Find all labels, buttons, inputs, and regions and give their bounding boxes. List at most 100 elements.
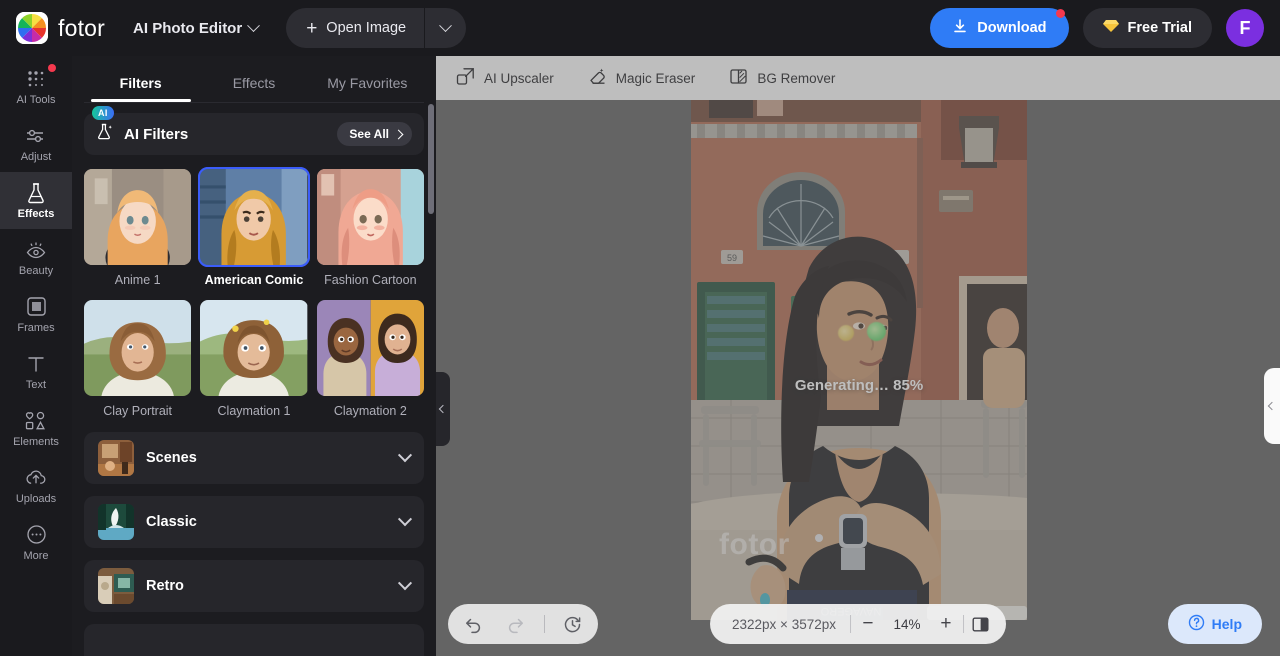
filter-label: American Comic — [204, 273, 304, 287]
filter-thumbnail — [84, 299, 192, 396]
right-panel-collapse-handle[interactable] — [1264, 368, 1280, 444]
image-canvas[interactable]: 59 Generating… 85% fotor — [691, 100, 1027, 620]
zoom-in-button[interactable]: + — [929, 607, 963, 641]
canvas-toolbar: AI Upscaler Magic Eraser BG Remover — [436, 56, 1280, 100]
top-bar: fotor AI Photo Editor + Open Image Downl… — [0, 0, 1280, 56]
sidebar-item-text[interactable]: Text — [0, 343, 72, 400]
diamond-gem-icon — [1102, 19, 1119, 37]
sidebar-item-frames[interactable]: Frames — [0, 286, 72, 343]
magic-eraser-button[interactable]: Magic Eraser — [588, 67, 696, 89]
history-clock-icon[interactable] — [559, 610, 587, 638]
divider — [543, 615, 545, 633]
filter-item-american-comic[interactable]: American Comic — [198, 167, 310, 289]
category-thumbnail — [98, 503, 134, 540]
tab-label: Effects — [232, 75, 276, 91]
plus-icon: + — [306, 17, 318, 39]
sliders-icon — [25, 125, 47, 147]
ai-filters-header[interactable]: AI AI Filters See All — [84, 106, 424, 155]
zoom-percent[interactable]: 14% — [885, 617, 929, 632]
filter-thumbnail — [84, 169, 192, 265]
sidebar-label: Uploads — [15, 492, 57, 505]
tool-label: BG Remover — [757, 70, 836, 86]
filter-item-clay-portrait[interactable]: Clay Portrait — [84, 299, 192, 420]
category-thumbnail — [98, 439, 134, 476]
compare-split-icon[interactable] — [964, 607, 998, 641]
fotor-watermark: fotor — [719, 528, 790, 561]
sidebar-item-uploads[interactable]: Uploads — [0, 457, 72, 514]
tab-label: My Favorites — [327, 75, 408, 91]
flask-icon — [26, 182, 46, 204]
chevron-left-icon — [1267, 401, 1277, 411]
avatar[interactable]: F — [1226, 9, 1264, 47]
category-classic[interactable]: Classic — [84, 495, 424, 548]
help-label: Help — [1211, 616, 1242, 632]
category-retro[interactable]: Retro — [84, 559, 424, 612]
upscale-icon — [456, 67, 475, 89]
sidebar-label: More — [23, 549, 49, 562]
filter-grid: Anime 1 American Comic Fashion Cartoon C… — [84, 167, 424, 420]
tab-effects[interactable]: Effects — [197, 75, 310, 102]
panel-collapse-handle[interactable] — [436, 372, 450, 446]
free-trial-button[interactable]: Free Trial — [1082, 8, 1212, 48]
ai-filters-title: AI Filters — [124, 125, 189, 143]
sidebar-item-beauty[interactable]: Beauty — [0, 229, 72, 286]
help-button[interactable]: Help — [1167, 604, 1262, 644]
filter-item-fashion-cartoon[interactable]: Fashion Cartoon — [316, 169, 424, 289]
sidebar-label: Beauty — [18, 264, 54, 277]
sidebar-label: Effects — [17, 207, 55, 220]
sidebar-label: AI Tools — [16, 93, 56, 106]
redo-button[interactable] — [502, 610, 530, 638]
ai-filter-flask-icon — [96, 122, 114, 146]
filter-item-claymation-2[interactable]: Claymation 2 — [316, 299, 424, 420]
sidebar-item-more[interactable]: More — [0, 514, 72, 571]
fotor-color-wheel-logo — [16, 12, 48, 44]
app-mode-selector[interactable]: AI Photo Editor — [133, 18, 261, 37]
undo-button[interactable] — [460, 610, 488, 638]
see-all-button[interactable]: See All — [337, 122, 412, 146]
sidebar-label: Text — [25, 378, 47, 391]
download-button[interactable]: Download — [930, 8, 1069, 48]
topbar-actions: Download Free Trial F — [930, 8, 1264, 48]
zoom-out-button[interactable]: − — [851, 607, 885, 641]
tool-label: Magic Eraser — [615, 70, 696, 86]
filter-label: Claymation 2 — [333, 403, 407, 418]
free-trial-label: Free Trial — [1127, 20, 1192, 36]
sidebar-label: Frames — [17, 321, 55, 334]
history-toolbar — [448, 604, 598, 644]
ai-upscaler-button[interactable]: AI Upscaler — [456, 67, 554, 89]
sidebar-item-ai-tools[interactable]: AI Tools — [0, 58, 72, 115]
category-label: Retro — [146, 577, 184, 594]
app-body: AI Tools Adjust Effects Beauty Frames Te… — [0, 56, 1280, 656]
panel-tabs: Filters Effects My Favorites — [72, 56, 436, 102]
fotor-app-window: fotor AI Photo Editor + Open Image Downl… — [0, 0, 1280, 656]
open-image-main[interactable]: + Open Image — [286, 8, 424, 48]
filter-label: Clay Portrait — [103, 403, 173, 418]
panel-scrollbar[interactable] — [428, 104, 434, 214]
image-dimensions: 2322px × 3572px — [732, 616, 836, 632]
category-next-partial[interactable] — [84, 623, 424, 656]
chevron-down-icon — [247, 18, 261, 32]
filter-thumbnail — [198, 167, 310, 267]
category-scenes[interactable]: Scenes — [84, 431, 424, 484]
open-image-dropdown[interactable] — [425, 8, 466, 48]
shapes-icon — [24, 410, 48, 432]
filter-thumbnail — [316, 299, 424, 396]
bg-remover-button[interactable]: BG Remover — [729, 67, 835, 89]
tab-filters[interactable]: Filters — [84, 75, 197, 102]
open-image-button[interactable]: + Open Image — [286, 8, 467, 48]
brand[interactable]: fotor — [16, 12, 105, 44]
panel-scroll-area: AI AI Filters See All Anime 1 American C… — [72, 103, 436, 656]
sidebar-item-adjust[interactable]: Adjust — [0, 115, 72, 172]
tab-my-favorites[interactable]: My Favorites — [311, 75, 424, 102]
filter-item-anime-1[interactable]: Anime 1 — [84, 169, 192, 289]
sidebar-label: Elements — [13, 435, 59, 448]
dot-grid-icon — [26, 68, 46, 90]
chevron-down-icon — [397, 575, 413, 590]
filter-thumbnail — [200, 299, 308, 396]
chevron-right-icon — [393, 129, 404, 139]
sidebar-item-elements[interactable]: Elements — [0, 400, 72, 457]
filter-thumbnail — [316, 169, 424, 265]
sidebar-item-effects[interactable]: Effects — [0, 172, 72, 229]
filter-item-claymation-1[interactable]: Claymation 1 — [200, 299, 308, 420]
eraser-icon — [588, 67, 607, 89]
